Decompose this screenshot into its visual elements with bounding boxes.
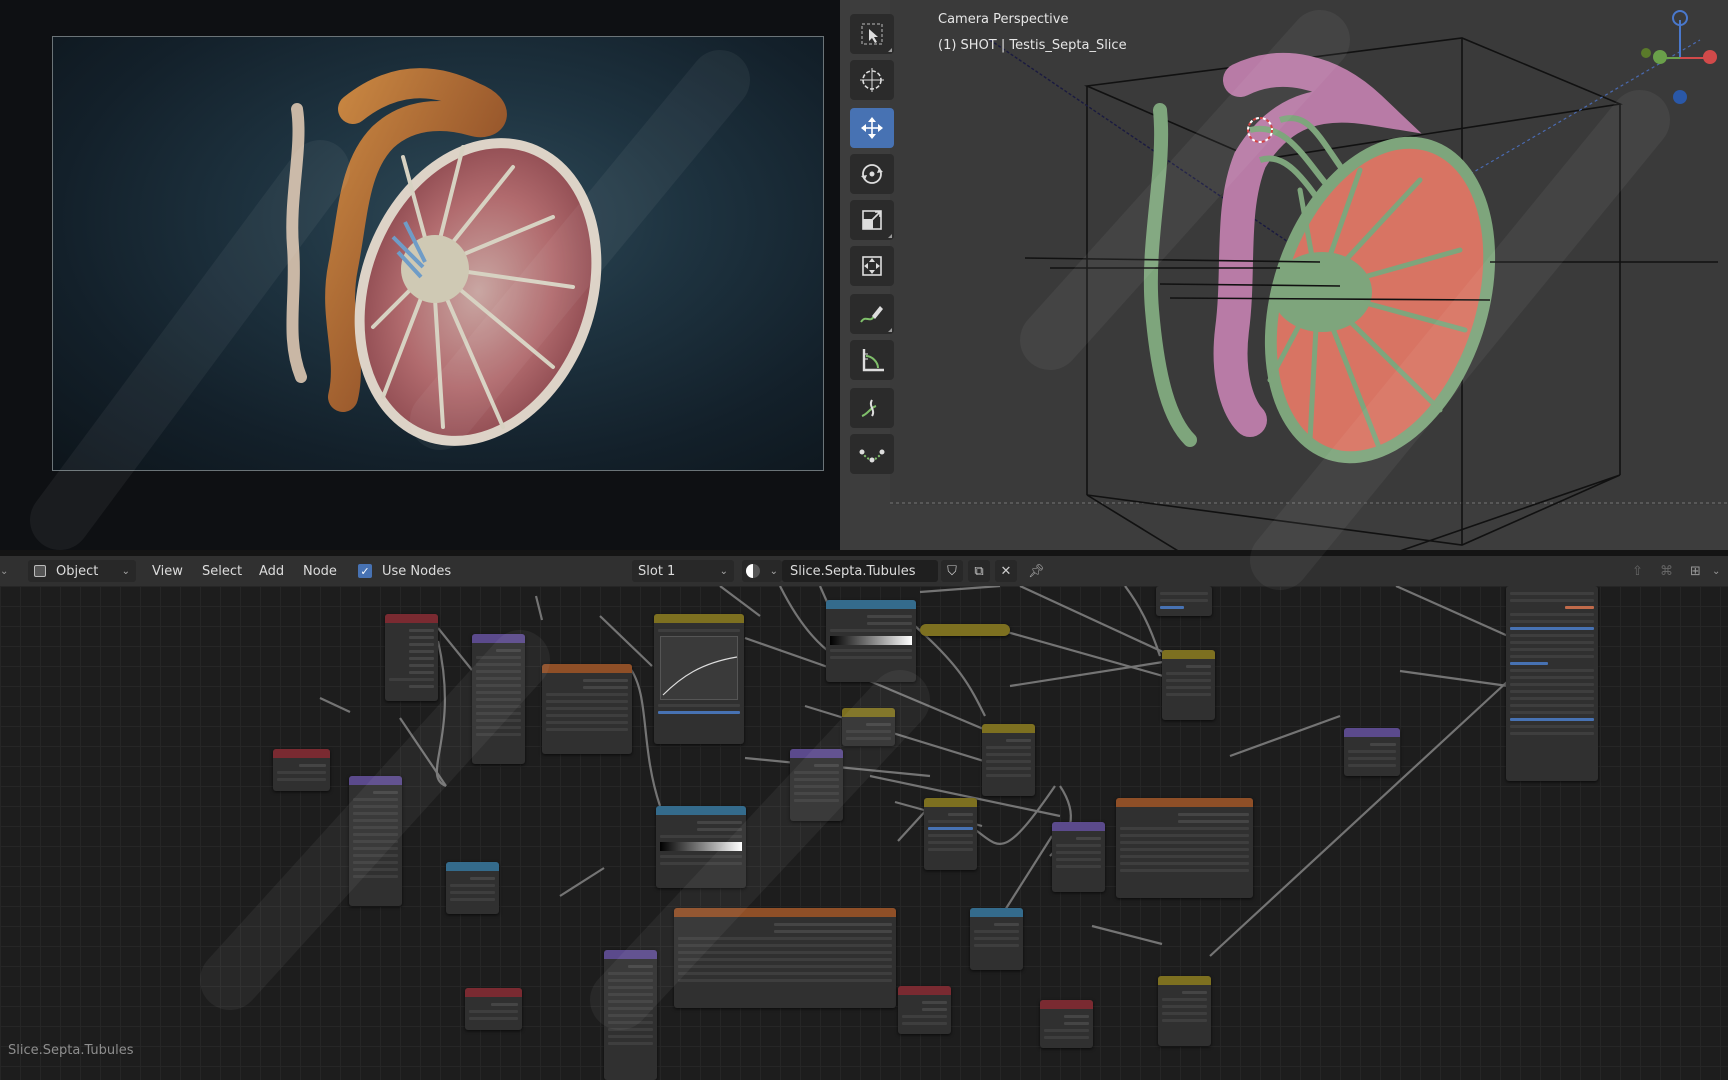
tool-move[interactable] (850, 108, 894, 148)
node-texture-coordinate[interactable] (385, 614, 438, 701)
duplicate-material-button[interactable]: ⧉ (968, 560, 990, 582)
node-mix-2[interactable] (1162, 650, 1215, 720)
node-image-texture-color[interactable] (542, 664, 632, 754)
menu-view[interactable]: View (152, 556, 183, 586)
tool-add-cube[interactable] (850, 388, 894, 428)
tool-scale[interactable] (850, 200, 894, 240)
checkbox-icon[interactable]: ✓ (358, 564, 372, 578)
node-color-ramp-1[interactable] (826, 600, 916, 682)
use-nodes-label: Use Nodes (382, 563, 452, 579)
select-box-icon (861, 23, 883, 45)
node-uv-map-1[interactable] (273, 749, 330, 791)
node-principled-bsdf[interactable] (1506, 586, 1598, 781)
close-icon: ✕ (1000, 563, 1012, 579)
node-mapping-1[interactable] (472, 634, 525, 764)
node-layer-weight-1[interactable] (898, 986, 951, 1034)
node-mix-3[interactable] (924, 798, 977, 870)
viewport-scene (890, 0, 1728, 550)
shear-icon (859, 449, 885, 463)
pin-icon[interactable]: 📌︎ (1028, 556, 1045, 586)
cursor-icon (860, 68, 884, 92)
node-mix-4[interactable] (1158, 976, 1211, 1046)
node-layer-weight-2[interactable] (1040, 1000, 1093, 1048)
node-normal-map[interactable] (1344, 728, 1400, 776)
tool-shear[interactable] (850, 434, 894, 474)
tool-annotate[interactable] (850, 294, 894, 334)
chevron-down-icon: ⌄ (769, 565, 778, 577)
camera-perspective-label: Camera Perspective (938, 12, 1069, 27)
node-image-texture-disp[interactable] (674, 908, 896, 1008)
object-mode-icon (34, 565, 46, 577)
tool-rotate[interactable] (850, 154, 894, 194)
rendered-testis-image (286, 68, 602, 446)
scale-icon (862, 210, 882, 230)
move-icon (861, 117, 883, 139)
node-editor-canvas[interactable] (0, 586, 1728, 1080)
use-nodes-toggle[interactable]: ✓ Use Nodes (358, 556, 451, 586)
tool-cursor[interactable] (850, 60, 894, 100)
material-name-field[interactable]: Slice.Septa.Tubules (782, 560, 938, 582)
measure-icon (862, 349, 884, 372)
overlay-icon[interactable]: ⊞ (1690, 556, 1701, 586)
unlink-material-button[interactable]: ✕ (995, 560, 1017, 582)
object-mode-label: Object (56, 563, 99, 579)
node-rgb-curves[interactable] (654, 614, 744, 744)
node-add-vector[interactable] (446, 862, 499, 914)
object-mode-dropdown[interactable]: Object ⌄ (28, 560, 136, 582)
copy-icon: ⧉ (974, 563, 984, 579)
slot-dropdown[interactable]: Slot 1 ⌄ (632, 560, 734, 582)
render-preview-panel (0, 0, 840, 550)
tool-transform[interactable] (850, 246, 894, 286)
3d-viewport[interactable]: Camera Perspective (1) SHOT | Testis_Sep… (840, 0, 1728, 550)
node-uv-map-2[interactable] (465, 988, 522, 1030)
node-gamma[interactable] (842, 708, 895, 746)
node-multiply[interactable] (970, 908, 1023, 970)
node-clamp-top[interactable] (1156, 586, 1212, 616)
chevron-down-icon: ⌄ (121, 565, 130, 577)
node-mapping-3[interactable] (604, 950, 657, 1080)
menu-select[interactable]: Select (202, 556, 242, 586)
node-color-ramp-2[interactable] (656, 806, 746, 888)
editor-type-caret[interactable]: ⌄ (0, 556, 14, 586)
scene-shot-label: (1) SHOT | Testis_Septa_Slice (938, 38, 1127, 53)
rotate-icon (861, 164, 883, 184)
node-bump-2[interactable] (1052, 822, 1105, 892)
node-image-texture-normal[interactable] (1116, 798, 1253, 898)
material-browse-button[interactable]: ⌄ (742, 560, 782, 582)
transform-icon (862, 256, 882, 276)
fake-user-button[interactable]: ⛉ (941, 560, 963, 582)
snap-icon[interactable]: ⌘ (1660, 556, 1673, 586)
render-frame (52, 36, 824, 471)
node-mapping-2[interactable] (349, 776, 402, 906)
node-bump-1[interactable] (790, 749, 843, 821)
add-cube-icon (861, 399, 877, 417)
active-material-label: Slice.Septa.Tubules (8, 1043, 134, 1058)
parent-tree-icon[interactable]: ⇧ (1632, 556, 1643, 586)
tool-select-box[interactable] (850, 14, 894, 54)
node-rgb-curves-collapsed[interactable] (920, 624, 1010, 636)
tool-shelf (850, 14, 898, 480)
node-mix-1[interactable] (982, 724, 1035, 796)
menu-add[interactable]: Add (259, 556, 284, 586)
menu-node[interactable]: Node (303, 556, 337, 586)
chevron-down-icon: ⌄ (719, 565, 728, 577)
shield-icon: ⛉ (947, 563, 957, 579)
chevron-down-icon[interactable]: ⌄ (1712, 556, 1720, 586)
tool-measure[interactable] (850, 340, 894, 380)
material-sphere-icon (746, 564, 760, 578)
annotate-icon (860, 306, 883, 323)
node-editor-header: ⌄ Object ⌄ View Select Add Node ✓ Use No… (0, 556, 1728, 586)
slot-label: Slot 1 (638, 563, 676, 579)
